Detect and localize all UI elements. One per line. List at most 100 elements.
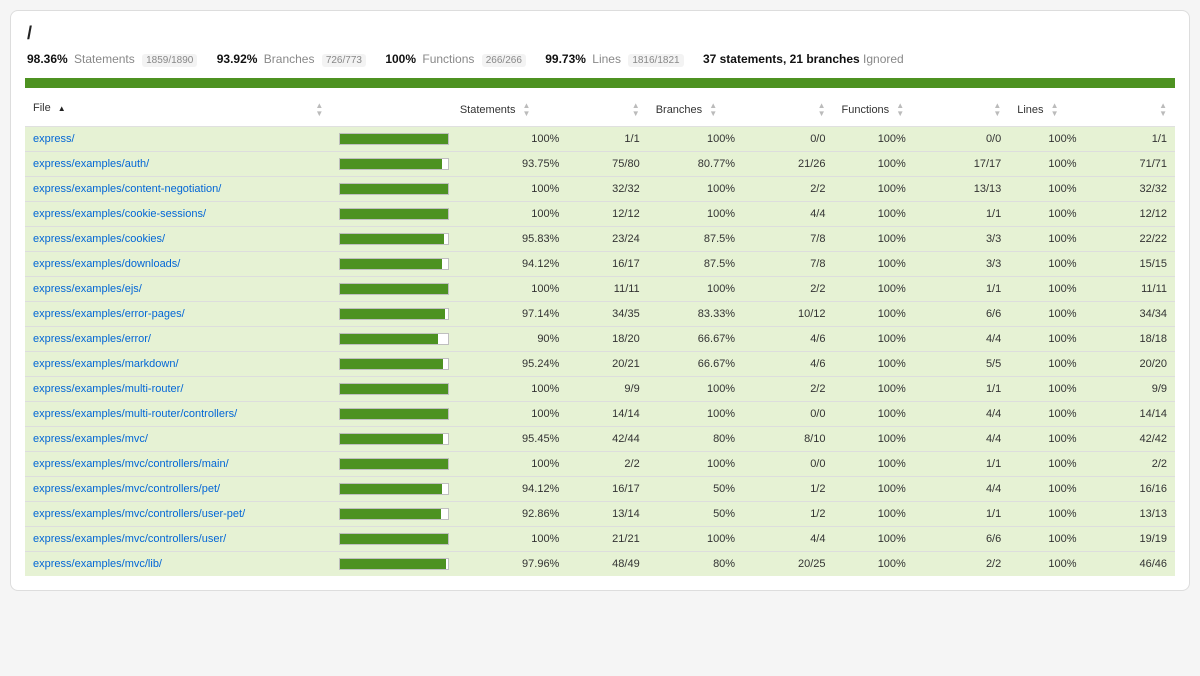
file-link[interactable]: express/examples/downloads/ bbox=[33, 258, 180, 270]
file-link[interactable]: express/examples/auth/ bbox=[33, 158, 149, 170]
file-link[interactable]: express/ bbox=[33, 133, 75, 145]
file-link[interactable]: express/examples/cookie-sessions/ bbox=[33, 208, 206, 220]
statements-frac: 16/17 bbox=[567, 252, 647, 277]
branches-frac: 2/2 bbox=[743, 377, 833, 402]
statements-frac: 75/80 bbox=[567, 152, 647, 177]
file-cell: express/examples/mvc/controllers/user-pe… bbox=[25, 502, 331, 527]
lines-frac: 2/2 bbox=[1085, 452, 1175, 477]
statements-pct: 94.12% bbox=[452, 252, 568, 277]
th-lines-raw[interactable]: ▲▼ bbox=[1085, 96, 1175, 127]
statements-pct: 100% bbox=[452, 177, 568, 202]
lines-pct: 100% bbox=[1009, 527, 1084, 552]
statements-frac: 34/35 bbox=[567, 302, 647, 327]
functions-frac: 4/4 bbox=[914, 427, 1009, 452]
file-link[interactable]: express/examples/cookies/ bbox=[33, 233, 165, 245]
coverage-bar bbox=[339, 158, 449, 170]
branches-pct: 50% bbox=[648, 477, 743, 502]
branches-pct: 100% bbox=[648, 377, 743, 402]
statements-pct: 95.24% bbox=[452, 352, 568, 377]
file-link[interactable]: express/examples/error-pages/ bbox=[33, 308, 185, 320]
summary-row: 98.36% Statements 1859/1890 93.92% Branc… bbox=[25, 52, 1175, 76]
th-lines[interactable]: Lines ▲▼ bbox=[1009, 96, 1084, 127]
bar-cell bbox=[331, 452, 452, 477]
coverage-bar-fill bbox=[340, 334, 437, 344]
coverage-bar-fill bbox=[340, 359, 443, 369]
functions-frac: 6/6 bbox=[914, 527, 1009, 552]
functions-frac: 4/4 bbox=[914, 327, 1009, 352]
file-link[interactable]: express/examples/multi-router/ bbox=[33, 383, 183, 395]
branches-pct: 83.33% bbox=[648, 302, 743, 327]
coverage-bar bbox=[339, 383, 449, 395]
th-functions-label: Functions bbox=[841, 104, 889, 116]
th-file[interactable]: File ▲ ▲▼ bbox=[25, 96, 331, 127]
breadcrumb: / bbox=[25, 19, 1175, 52]
lines-pct: 100% bbox=[1009, 452, 1084, 477]
file-link[interactable]: express/examples/ejs/ bbox=[33, 283, 142, 295]
statements-frac: 12/12 bbox=[567, 202, 647, 227]
file-link[interactable]: express/examples/mvc/controllers/pet/ bbox=[33, 483, 220, 495]
statements-frac: 9/9 bbox=[567, 377, 647, 402]
statements-pct: 92.86% bbox=[452, 502, 568, 527]
th-branches[interactable]: Branches ▲▼ bbox=[648, 96, 743, 127]
file-link[interactable]: express/examples/mvc/controllers/main/ bbox=[33, 458, 229, 470]
functions-frac: 17/17 bbox=[914, 152, 1009, 177]
coverage-bar bbox=[339, 333, 449, 345]
summary-ignored-strong: 37 statements, 21 branches bbox=[703, 52, 860, 66]
functions-pct: 100% bbox=[833, 127, 913, 152]
th-statements[interactable]: Statements ▲▼ bbox=[452, 96, 568, 127]
coverage-bar-fill bbox=[340, 459, 448, 469]
table-row: express/examples/mvc/lib/97.96%48/4980%2… bbox=[25, 552, 1175, 577]
file-link[interactable]: express/examples/mvc/ bbox=[33, 433, 148, 445]
th-functions[interactable]: Functions ▲▼ bbox=[833, 96, 913, 127]
th-functions-raw[interactable]: ▲▼ bbox=[914, 96, 1009, 127]
bar-cell bbox=[331, 127, 452, 152]
coverage-bar-fill bbox=[340, 259, 442, 269]
coverage-bar bbox=[339, 283, 449, 295]
coverage-bar bbox=[339, 533, 449, 545]
sort-icon: ▲▼ bbox=[818, 102, 826, 118]
statements-frac: 23/24 bbox=[567, 227, 647, 252]
functions-frac: 13/13 bbox=[914, 177, 1009, 202]
lines-frac: 42/42 bbox=[1085, 427, 1175, 452]
file-link[interactable]: express/examples/error/ bbox=[33, 333, 151, 345]
sort-icon: ▲▼ bbox=[632, 102, 640, 118]
lines-pct: 100% bbox=[1009, 502, 1084, 527]
coverage-bar-fill bbox=[340, 284, 448, 294]
coverage-bar bbox=[339, 183, 449, 195]
branches-pct: 100% bbox=[648, 527, 743, 552]
file-link[interactable]: express/examples/markdown/ bbox=[33, 358, 179, 370]
lines-frac: 71/71 bbox=[1085, 152, 1175, 177]
file-link[interactable]: express/examples/multi-router/controller… bbox=[33, 408, 237, 420]
th-pic[interactable] bbox=[331, 96, 452, 127]
th-statements-raw[interactable]: ▲▼ bbox=[567, 96, 647, 127]
statements-frac: 16/17 bbox=[567, 477, 647, 502]
lines-frac: 1/1 bbox=[1085, 127, 1175, 152]
sort-icon: ▲▼ bbox=[709, 102, 717, 118]
lines-frac: 9/9 bbox=[1085, 377, 1175, 402]
file-cell: express/examples/mvc/ bbox=[25, 427, 331, 452]
summary-lines-pct: 99.73% bbox=[545, 52, 586, 66]
th-statements-label: Statements bbox=[460, 104, 516, 116]
file-link[interactable]: express/examples/content-negotiation/ bbox=[33, 183, 221, 195]
table-row: express/examples/mvc/controllers/user/10… bbox=[25, 527, 1175, 552]
summary-lines-frac: 1816/1821 bbox=[628, 54, 683, 67]
file-link[interactable]: express/examples/mvc/controllers/user-pe… bbox=[33, 508, 245, 520]
lines-frac: 13/13 bbox=[1085, 502, 1175, 527]
file-cell: express/examples/error/ bbox=[25, 327, 331, 352]
bar-cell bbox=[331, 277, 452, 302]
statements-frac: 2/2 bbox=[567, 452, 647, 477]
functions-pct: 100% bbox=[833, 427, 913, 452]
lines-pct: 100% bbox=[1009, 302, 1084, 327]
coverage-bar-fill bbox=[340, 159, 441, 169]
summary-functions-frac: 266/266 bbox=[482, 54, 526, 67]
lines-frac: 18/18 bbox=[1085, 327, 1175, 352]
coverage-bar-fill bbox=[340, 309, 445, 319]
lines-frac: 19/19 bbox=[1085, 527, 1175, 552]
file-link[interactable]: express/examples/mvc/lib/ bbox=[33, 558, 162, 570]
table-row: express/100%1/1100%0/0100%0/0100%1/1 bbox=[25, 127, 1175, 152]
functions-pct: 100% bbox=[833, 502, 913, 527]
branches-frac: 0/0 bbox=[743, 452, 833, 477]
branches-frac: 1/2 bbox=[743, 502, 833, 527]
th-branches-raw[interactable]: ▲▼ bbox=[743, 96, 833, 127]
file-link[interactable]: express/examples/mvc/controllers/user/ bbox=[33, 533, 226, 545]
